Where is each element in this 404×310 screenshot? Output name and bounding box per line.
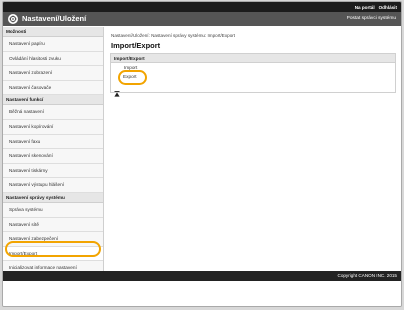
logout-link[interactable]: Odhlásit: [379, 5, 397, 10]
sidebar-heading-options: Možnosti: [3, 27, 103, 37]
sidebar-item-scan-settings[interactable]: Nastavení skenování: [3, 149, 103, 164]
admin-mode-link[interactable]: Postat správci systému: [347, 14, 396, 24]
sidebar-item-report-output-settings[interactable]: Nastavení výstupu hlášení: [3, 178, 103, 193]
sidebar: Možnosti Nastavení papíru Ovládání hlasi…: [3, 27, 104, 276]
sidebar-item-copy-settings[interactable]: Nastavení kopírování: [3, 119, 103, 135]
sidebar-item-fax-settings[interactable]: Nastavení faxu: [3, 134, 103, 150]
sidebar-item-paper-settings[interactable]: Nastavení papíru: [3, 37, 103, 52]
top-links: Na portál Odhlásit: [355, 2, 397, 12]
page-title: Import/Export: [111, 41, 161, 50]
app-window: Na portál Odhlásit Nastavení/Uložení Pos…: [2, 1, 402, 307]
import-export-panel: Import/Export Import Export: [110, 53, 396, 93]
sidebar-item-printer-settings[interactable]: Nastavení tiskárny: [3, 163, 103, 179]
footer-spacer: [3, 281, 401, 306]
sidebar-heading-system-management: Nastavení správy systému: [3, 192, 103, 203]
breadcrumb: Nastavení/Uložení: Nastavení správy syst…: [111, 33, 236, 38]
sidebar-item-network-settings[interactable]: Nastavení sítě: [3, 217, 103, 233]
top-bar: Na portál Odhlásit: [3, 2, 401, 12]
portal-link[interactable]: Na portál: [355, 5, 375, 10]
main-content: Nastavení/Uložení: Nastavení správy syst…: [105, 27, 401, 271]
sidebar-heading-function-settings: Nastavení funkcí: [3, 95, 103, 106]
sidebar-item-security-settings[interactable]: Nastavení zabezpečení: [3, 232, 103, 247]
app-title: Nastavení/Uložení: [22, 14, 87, 23]
panel-heading: Import/Export: [111, 54, 395, 63]
export-link[interactable]: Export: [123, 74, 137, 79]
sidebar-item-system-management[interactable]: Správa systému: [3, 202, 103, 218]
sidebar-item-common-settings[interactable]: Běžná nastavení: [3, 105, 103, 120]
sidebar-item-display-settings[interactable]: Nastavení zobrazení: [3, 66, 103, 81]
sidebar-item-import-export[interactable]: Import/Export: [3, 246, 103, 262]
copyright-text: Copyright CANON INC. 2015: [337, 273, 398, 278]
back-to-top-icon[interactable]: [114, 91, 120, 97]
import-link[interactable]: Import: [124, 65, 137, 70]
footer: Copyright CANON INC. 2015: [3, 271, 401, 281]
sidebar-item-timer-settings[interactable]: Nastavení časovače: [3, 80, 103, 96]
title-bar: Nastavení/Uložení Postat správci systému: [3, 12, 401, 26]
gear-settings-icon: [8, 14, 18, 24]
sidebar-item-volume-control[interactable]: Ovládání hlasitosti zvuku: [3, 51, 103, 67]
